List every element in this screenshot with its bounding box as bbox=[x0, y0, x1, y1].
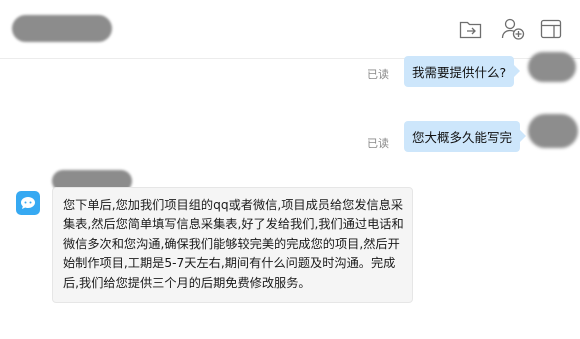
contact-name-redacted bbox=[12, 15, 112, 42]
add-member-icon[interactable] bbox=[500, 17, 526, 41]
send-file-icon[interactable] bbox=[458, 17, 484, 41]
chat-bubble-icon bbox=[21, 197, 35, 209]
outgoing-message-bubble[interactable]: 您大概多久能写完 bbox=[404, 121, 527, 152]
outgoing-message-bubble[interactable]: 我需要提供什么? bbox=[404, 56, 521, 87]
read-status: 已读 bbox=[367, 69, 389, 81]
user-avatar-redacted bbox=[528, 52, 576, 82]
sidebar-toggle-icon[interactable] bbox=[538, 17, 564, 41]
message-list[interactable]: 已读 我需要提供什么? 已读 您大概多久能写完 您下单后,您加我们项目组的qq或… bbox=[0, 52, 580, 339]
incoming-message-bubble[interactable]: 您下单后,您加我们项目组的qq或者微信,项目成员给您发信息采集表,然后您简单填写… bbox=[52, 187, 413, 304]
chat-header bbox=[0, 0, 580, 59]
read-status: 已读 bbox=[367, 138, 389, 150]
user-avatar-redacted bbox=[528, 114, 578, 148]
sender-avatar[interactable] bbox=[16, 191, 40, 215]
